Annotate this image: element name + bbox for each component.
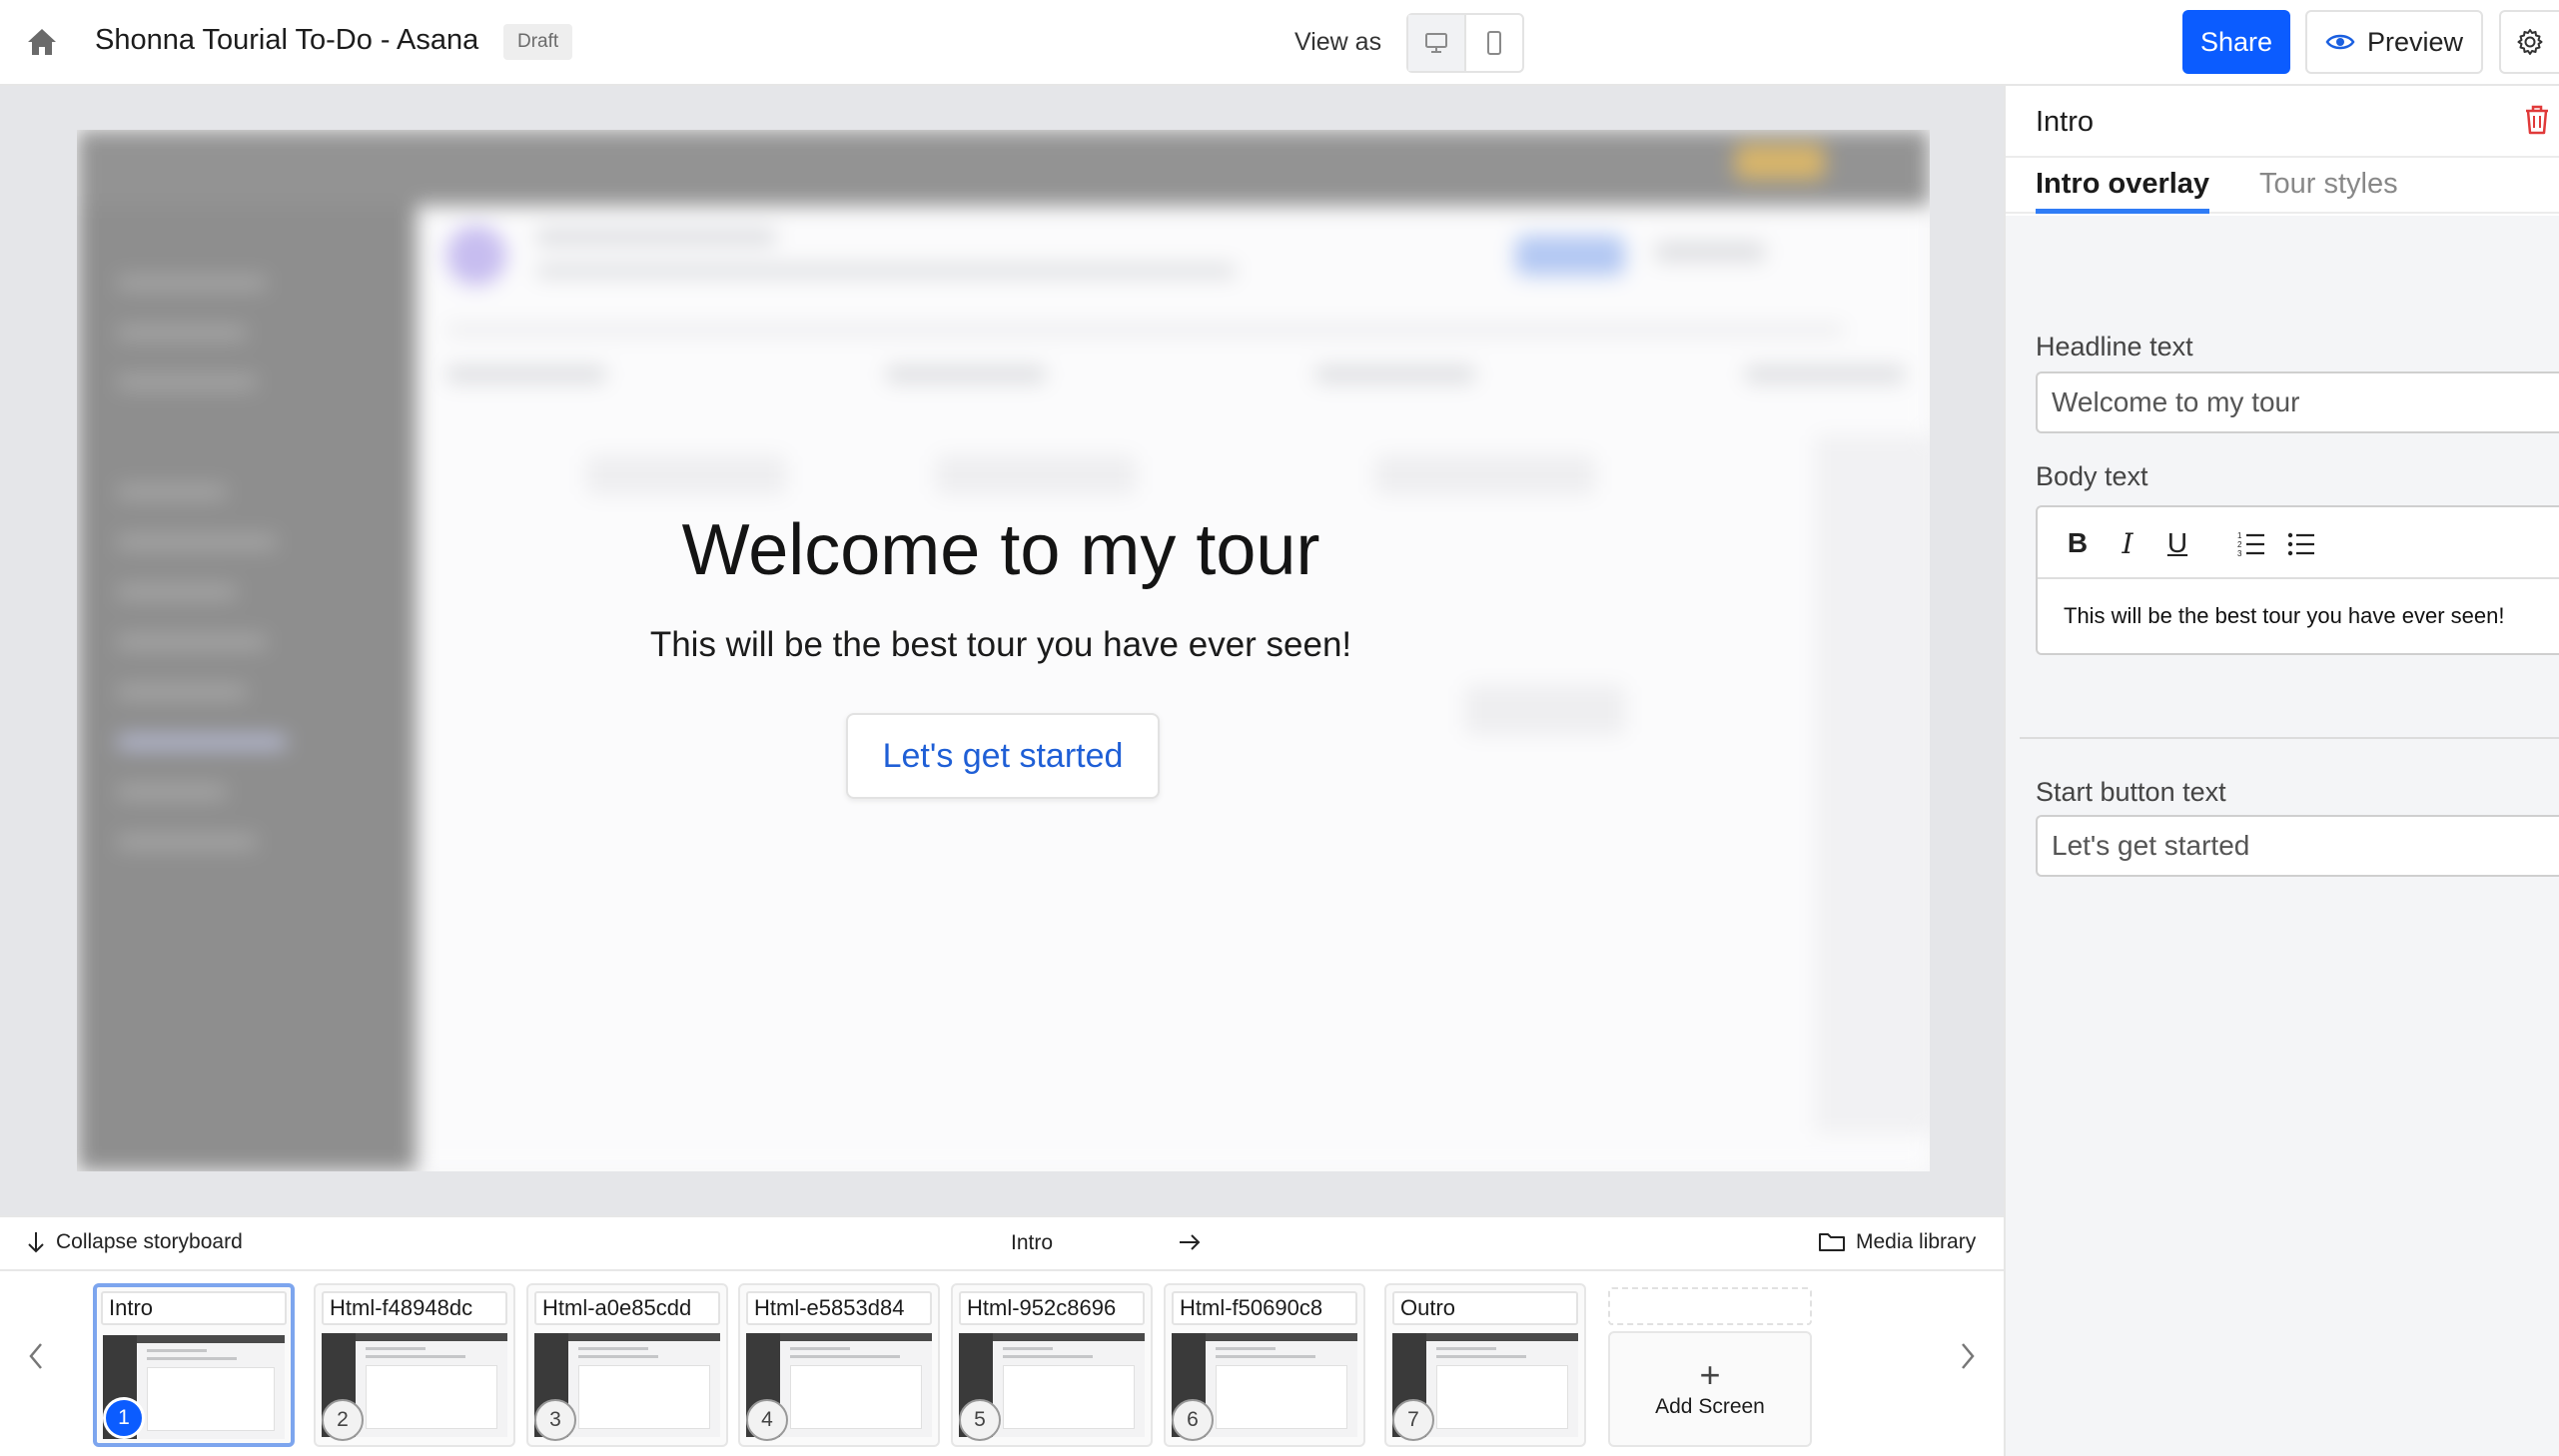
next-screen-button[interactable] <box>1177 1227 1203 1262</box>
screen-thumbnail-6[interactable]: Html-f50690c8 6 <box>1164 1283 1365 1447</box>
panel-tabs: Intro overlay Tour styles <box>2006 158 2559 214</box>
storyboard-strip: Intro 1 Html-f48948dc 2 Html-a0e85cdd 3 … <box>0 1271 2004 1456</box>
numbered-list-icon: 1 2 3 <box>2237 531 2264 556</box>
screen-number-badge: 2 <box>322 1399 364 1441</box>
overlay-body-text: This will be the best tour you have ever… <box>649 625 1352 664</box>
screen-number-badge: 7 <box>1392 1399 1434 1441</box>
screen-thumbnail-label: Outro <box>1392 1291 1578 1325</box>
screen-number-badge: 5 <box>959 1399 1001 1441</box>
screen-number-badge: 1 <box>103 1397 145 1439</box>
chevron-left-icon <box>29 1343 42 1369</box>
delete-screen-button[interactable] <box>2523 104 2551 141</box>
panel-title: Intro <box>2036 106 2095 138</box>
underline-button[interactable]: U <box>2159 525 2195 561</box>
top-bar: Shonna Tourial To-Do - Asana Draft View … <box>0 0 2559 86</box>
collapse-storyboard-label: Collapse storyboard <box>56 1230 243 1253</box>
body-text-content[interactable]: This will be the best tour you have ever… <box>2064 603 2504 629</box>
bullet-list-icon <box>2287 532 2314 556</box>
screen-thumbnail-4[interactable]: Html-e5853d84 4 <box>738 1283 940 1447</box>
add-screen-button[interactable]: + Add Screen <box>1608 1331 1812 1447</box>
tab-intro-overlay[interactable]: Intro overlay <box>2036 168 2210 214</box>
screen-thumbnail-label: Html-f48948dc <box>322 1291 507 1325</box>
screen-preview: Welcome to my tour This will be the best… <box>77 130 1930 1171</box>
arrow-right-icon <box>1180 1234 1201 1250</box>
screen-thumbnail-1[interactable]: Intro 1 <box>93 1283 295 1447</box>
start-button-text-input[interactable]: Let's get started <box>2036 815 2559 877</box>
body-text-editor[interactable]: B I U 1 2 3 This will be the best tour y… <box>2036 505 2559 655</box>
screen-thumbnail-label: Html-e5853d84 <box>746 1291 932 1325</box>
overlay-headline: Welcome to my tour <box>681 510 1320 590</box>
eye-icon <box>2325 34 2355 50</box>
media-library-button[interactable]: Media library <box>1818 1230 1976 1254</box>
current-screen-name: Intro <box>1011 1231 1054 1254</box>
storyboard-prev-button[interactable] <box>16 1331 56 1381</box>
body-text-label: Body text <box>2036 461 2148 491</box>
svg-text:1: 1 <box>2237 531 2242 540</box>
mobile-icon <box>1487 31 1501 55</box>
storyboard-header: Collapse storyboard Intro Media library <box>0 1215 2004 1271</box>
rich-text-toolbar: B I U 1 2 3 <box>2038 507 2559 579</box>
screen-number-badge: 3 <box>534 1399 576 1441</box>
italic-button[interactable]: I <box>2110 525 2145 561</box>
italic-icon: I <box>2122 526 2133 560</box>
media-library-label: Media library <box>1856 1230 1977 1253</box>
preview-button[interactable]: Preview <box>2305 10 2483 74</box>
mobile-view-button[interactable] <box>1464 15 1522 71</box>
home-button[interactable] <box>22 22 62 62</box>
gear-icon <box>2517 29 2543 55</box>
screen-thumbnail-2[interactable]: Html-f48948dc 2 <box>314 1283 515 1447</box>
plus-icon: + <box>1699 1354 1721 1395</box>
add-screen-label: Add Screen <box>1655 1395 1765 1418</box>
screen-number-badge: 4 <box>746 1399 788 1441</box>
screen-thumbnail-label: Intro <box>101 1291 287 1325</box>
overlay-start-button[interactable]: Let's get started <box>846 713 1160 799</box>
intro-overlay: Welcome to my tour This will be the best… <box>77 130 1930 1171</box>
preview-label: Preview <box>2366 26 2464 57</box>
panel-body: Headline text Welcome to my tour Body te… <box>2006 216 2559 1456</box>
screen-number-badge: 6 <box>1172 1399 1214 1441</box>
numbered-list-button[interactable]: 1 2 3 <box>2233 525 2269 561</box>
home-icon <box>28 29 56 55</box>
svg-text:3: 3 <box>2237 549 2242 556</box>
headline-text-label: Headline text <box>2036 332 2193 362</box>
folder-icon <box>1819 1233 1845 1251</box>
start-button-text-label: Start button text <box>2036 777 2226 807</box>
status-badge: Draft <box>503 24 573 60</box>
device-toggle <box>1406 13 1524 73</box>
desktop-view-button[interactable] <box>1408 15 1464 71</box>
collapse-storyboard-button[interactable]: Collapse storyboard <box>26 1230 243 1254</box>
desktop-icon <box>1425 33 1447 53</box>
share-button[interactable]: Share <box>2182 10 2290 74</box>
add-screen-placeholder <box>1608 1287 1812 1325</box>
view-as-label: View as <box>1294 28 1382 56</box>
editor-canvas: Welcome to my tour This will be the best… <box>0 86 2004 1215</box>
bold-button[interactable]: B <box>2060 525 2096 561</box>
underline-icon: U <box>2166 527 2188 558</box>
trash-icon <box>2526 105 2548 135</box>
bold-icon: B <box>2067 527 2089 558</box>
document-title: Shonna Tourial To-Do - Asana <box>95 24 479 56</box>
storyboard-next-button[interactable] <box>1948 1331 1988 1381</box>
properties-panel: Intro Intro overlay Tour styles Headline… <box>2004 86 2559 1456</box>
screen-thumbnail-3[interactable]: Html-a0e85cdd 3 <box>526 1283 728 1447</box>
screen-thumbnail-5[interactable]: Html-952c8696 5 <box>951 1283 1153 1447</box>
headline-text-input[interactable]: Welcome to my tour <box>2036 371 2559 433</box>
screen-thumbnail-label: Html-f50690c8 <box>1172 1291 1357 1325</box>
screen-thumbnail-label: Html-a0e85cdd <box>534 1291 720 1325</box>
settings-button[interactable] <box>2499 10 2559 74</box>
tab-tour-styles[interactable]: Tour styles <box>2259 168 2398 209</box>
svg-text:2: 2 <box>2237 540 2242 549</box>
bullet-list-button[interactable] <box>2283 525 2319 561</box>
chevron-right-icon <box>1962 1343 1975 1369</box>
screen-thumbnail-label: Html-952c8696 <box>959 1291 1145 1325</box>
panel-header: Intro <box>2006 86 2559 158</box>
section-divider <box>2020 737 2559 739</box>
arrow-down-icon <box>28 1232 44 1253</box>
screen-thumbnail-7[interactable]: Outro 7 <box>1384 1283 1586 1447</box>
